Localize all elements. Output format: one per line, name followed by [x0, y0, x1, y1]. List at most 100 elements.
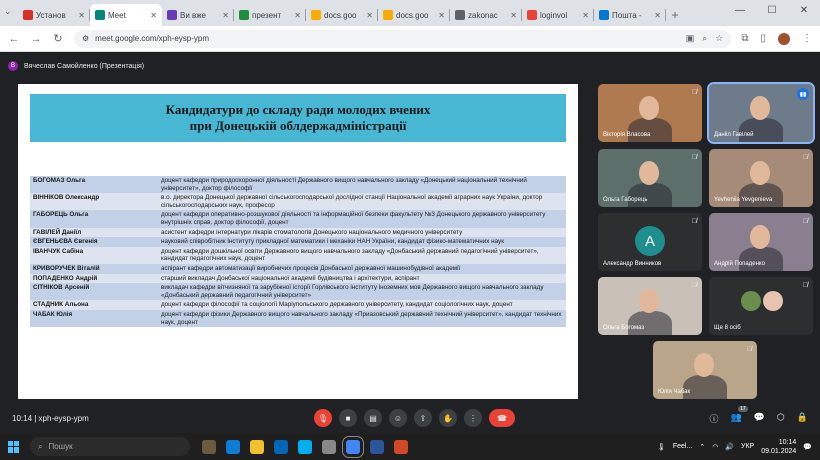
- present-screen-icon[interactable]: ⇪: [414, 409, 432, 427]
- close-tab-icon[interactable]: ✕: [150, 11, 157, 20]
- microphone-off-icon[interactable]: 🎙: [314, 409, 332, 427]
- browser-tab[interactable]: loginvol ✕: [522, 4, 594, 26]
- participant-tile[interactable]: Вікторія Власова 🎙̸: [598, 84, 702, 142]
- participant-name: Ольга Богомаз: [603, 325, 645, 331]
- camera-toggle-icon[interactable]: ■: [339, 409, 357, 427]
- slide-title-line1: Кандидатури до складу ради молодих вчени…: [165, 102, 431, 117]
- menu-icon[interactable]: ⋮: [802, 33, 812, 44]
- candidate-name: ВІННІКОВ Олександр: [33, 194, 100, 202]
- tab-list: Установ ✕ Meet ✕ Ви вже ✕ презент ✕ docs…: [18, 4, 666, 26]
- bookmark-star-icon[interactable]: ☆: [715, 33, 723, 44]
- mic-muted-icon: 🎙̸: [691, 154, 697, 161]
- tray-expand-icon[interactable]: ⌃: [699, 443, 705, 451]
- close-tab-icon[interactable]: ✕: [366, 11, 373, 20]
- chat-icon[interactable]: 💬: [754, 412, 765, 425]
- table-row: ГАВІЛЕЙ Даніїл асистент кафедри інтернат…: [30, 227, 566, 238]
- file-explorer-icon[interactable]: [250, 439, 264, 454]
- participant-tile[interactable]: Yevheniia Yevgenieva 🎙̸: [709, 149, 813, 207]
- camera-icon[interactable]: ▣: [686, 33, 695, 44]
- close-tab-icon[interactable]: ✕: [222, 11, 229, 20]
- table-row: СТАДНИК Альона доцент кафедри філософії …: [30, 300, 566, 310]
- reload-icon[interactable]: ↻: [52, 32, 64, 45]
- table-row: ВІННІКОВ Олександр в.о. директора Донець…: [30, 193, 566, 211]
- host-controls-icon[interactable]: 🔒: [797, 412, 808, 425]
- participant-name: Юлія Чабак: [658, 389, 691, 395]
- browser-tab[interactable]: презент ✕: [234, 4, 306, 26]
- close-tab-icon[interactable]: ✕: [654, 11, 661, 20]
- participant-tile[interactable]: Ольга Богомаз 🎙̸: [598, 277, 702, 335]
- taskbar-search[interactable]: ⌕ Пошук: [30, 437, 190, 456]
- close-tab-icon[interactable]: ✕: [78, 11, 85, 20]
- task-view-icon[interactable]: [202, 439, 216, 454]
- participant-video: [628, 183, 672, 207]
- clock-time: 10:14: [778, 438, 797, 446]
- participant-video: [628, 118, 672, 142]
- participant-face: [750, 161, 770, 185]
- meeting-info-icon[interactable]: ⓘ: [709, 412, 718, 425]
- raise-hand-icon[interactable]: ✋: [439, 409, 457, 427]
- powerpoint-icon[interactable]: [394, 439, 408, 454]
- participant-tile[interactable]: Ольга Габорець 🎙̸: [598, 149, 702, 207]
- zoom-icon[interactable]: ⌕: [702, 33, 707, 44]
- windows-start-icon[interactable]: [8, 440, 20, 453]
- sidebar-icon[interactable]: ▯: [760, 33, 766, 44]
- back-icon[interactable]: ←: [8, 33, 20, 45]
- table-row: ГАБОРЕЦЬ Ольга доцент кафедри оперативно…: [30, 210, 566, 228]
- address-bar[interactable]: ⚙ meet.google.com/xph-eysp-ypm ▣ ⌕ ☆: [74, 29, 732, 48]
- volume-icon[interactable]: 🔊: [725, 443, 734, 451]
- app-icon[interactable]: [322, 439, 336, 454]
- language-indicator[interactable]: УКР: [741, 443, 754, 450]
- browser-tab[interactable]: docs.goo ✕: [306, 4, 378, 26]
- participant-thumb: [763, 291, 783, 311]
- people-icon[interactable]: 👥 17: [730, 405, 748, 425]
- participant-tile[interactable]: Данііл Гавілей ▮▮: [707, 82, 815, 144]
- chrome-icon[interactable]: [342, 435, 364, 458]
- close-window-icon[interactable]: ✕: [788, 0, 820, 22]
- browser-tab[interactable]: Установ ✕: [18, 4, 90, 26]
- close-tab-icon[interactable]: ✕: [510, 11, 517, 20]
- maximize-icon[interactable]: ☐: [756, 0, 788, 22]
- window-controls: — ☐ ✕: [724, 0, 820, 22]
- notification-icon[interactable]: 💬: [803, 443, 812, 451]
- emoji-icon[interactable]: ☺: [389, 409, 407, 427]
- profile-avatar[interactable]: [778, 32, 790, 45]
- new-tab-button[interactable]: +: [666, 4, 684, 26]
- system-tray: 🌡 Feel... ⌃ ◠ 🔊 УКР 10:14 09.01.2024 💬: [657, 438, 812, 456]
- skype-icon[interactable]: [298, 439, 312, 454]
- close-tab-icon[interactable]: ✕: [582, 11, 589, 20]
- extensions-icon[interactable]: ⧉: [741, 33, 748, 44]
- wifi-icon[interactable]: ◠: [712, 443, 718, 451]
- browser-tab[interactable]: Пошта - ✕: [594, 4, 666, 26]
- close-tab-icon[interactable]: ✕: [294, 11, 301, 20]
- store-icon[interactable]: [274, 439, 288, 454]
- participant-tile[interactable]: А Александр Винников 🎙̸: [598, 213, 702, 271]
- tab-favicon-icon: [455, 10, 465, 20]
- participant-count-badge: 17: [738, 405, 748, 412]
- weather-icon[interactable]: 🌡: [657, 443, 666, 451]
- speaking-indicator-icon: ▮▮: [797, 88, 809, 100]
- participant-name: Ольга Габорець: [603, 197, 648, 203]
- site-info-icon[interactable]: ⚙: [82, 34, 89, 43]
- participant-face: [694, 353, 714, 377]
- minimize-icon[interactable]: —: [724, 0, 756, 22]
- forward-icon[interactable]: →: [30, 33, 42, 45]
- more-options-icon[interactable]: ⋮: [464, 409, 482, 427]
- tab-search-icon[interactable]: ⌄: [4, 6, 12, 17]
- browser-tab[interactable]: zakonac ✕: [450, 4, 522, 26]
- captions-icon[interactable]: ▤: [364, 409, 382, 427]
- close-tab-icon[interactable]: ✕: [438, 11, 445, 20]
- word-icon[interactable]: [370, 439, 384, 454]
- browser-tab[interactable]: docs.goo ✕: [378, 4, 450, 26]
- browser-tab[interactable]: Meet ✕: [90, 4, 162, 26]
- participant-tile[interactable]: Андрій Попаденко 🎙̸: [709, 213, 813, 271]
- clock[interactable]: 10:14 09.01.2024: [761, 438, 796, 456]
- mic-muted-icon: 🎙̸: [691, 89, 697, 96]
- participant-tile[interactable]: Юлія Чабак 🎙̸: [653, 341, 757, 399]
- activities-icon[interactable]: ⬡: [777, 412, 785, 425]
- end-call-button[interactable]: ☎: [489, 409, 515, 427]
- mic-muted-icon: 🎙̸: [691, 218, 697, 225]
- participant-tile[interactable]: Ще 8 осіб 🎙̸: [709, 277, 813, 335]
- candidate-description: асистент кафедри інтернатури лікарів сто…: [161, 228, 463, 236]
- edge-icon[interactable]: [226, 439, 240, 454]
- browser-tab[interactable]: Ви вже ✕: [162, 4, 234, 26]
